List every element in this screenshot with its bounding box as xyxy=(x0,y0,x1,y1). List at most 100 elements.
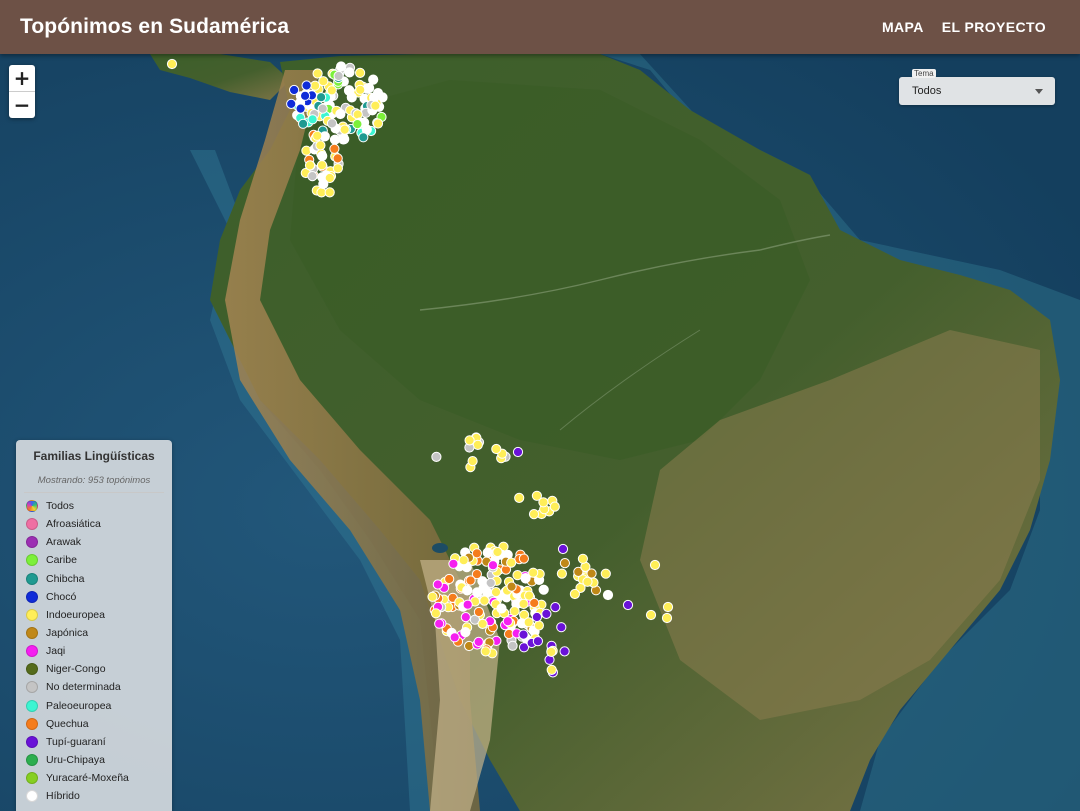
toponym-marker[interactable] xyxy=(312,68,323,79)
legend-item[interactable]: Tupí-guaraní xyxy=(16,733,172,751)
toponym-marker[interactable] xyxy=(286,98,297,110)
toponym-marker[interactable] xyxy=(473,636,484,648)
toponym-marker[interactable] xyxy=(318,178,329,190)
toponym-marker[interactable] xyxy=(336,61,347,72)
toponym-marker[interactable] xyxy=(523,617,534,628)
toponym-marker[interactable] xyxy=(645,609,657,621)
toponym-marker[interactable] xyxy=(339,134,350,145)
toponym-marker[interactable] xyxy=(502,616,513,627)
toponym-marker[interactable] xyxy=(427,591,438,602)
toponym-marker[interactable] xyxy=(307,171,318,182)
toponym-marker[interactable] xyxy=(434,618,445,629)
toponym-marker[interactable] xyxy=(533,620,545,631)
toponym-marker[interactable] xyxy=(462,599,473,610)
toponym-marker[interactable] xyxy=(368,74,379,85)
legend-item[interactable]: Jaqi xyxy=(16,642,172,660)
toponym-marker[interactable] xyxy=(507,640,518,651)
toponym-marker[interactable] xyxy=(449,632,460,643)
toponym-marker[interactable] xyxy=(300,90,311,101)
legend-item[interactable]: Afroasiática xyxy=(16,515,172,533)
toponym-marker[interactable] xyxy=(512,446,524,458)
toponym-marker[interactable] xyxy=(524,590,535,601)
toponym-marker[interactable] xyxy=(352,119,363,130)
toponym-marker[interactable] xyxy=(370,100,381,111)
toponym-marker[interactable] xyxy=(556,568,568,579)
toponym-marker[interactable] xyxy=(464,435,475,446)
toponym-marker[interactable] xyxy=(661,612,673,624)
legend-item[interactable]: Paleoeuropea xyxy=(16,697,172,715)
toponym-marker[interactable] xyxy=(649,559,661,571)
toponym-marker[interactable] xyxy=(557,543,569,555)
toponym-marker[interactable] xyxy=(492,546,503,558)
legend-item[interactable]: Híbrido xyxy=(16,787,172,805)
legend-item[interactable]: Caribe xyxy=(16,551,172,569)
toponym-marker[interactable] xyxy=(312,130,323,141)
toponym-marker[interactable] xyxy=(460,612,471,623)
toponym-marker[interactable] xyxy=(295,103,306,114)
toponym-marker[interactable] xyxy=(569,588,581,600)
toponym-marker[interactable] xyxy=(487,560,499,571)
toponym-marker[interactable] xyxy=(577,553,589,564)
toponym-marker[interactable] xyxy=(316,160,328,171)
toponym-marker[interactable] xyxy=(358,132,369,143)
toponym-marker[interactable] xyxy=(518,553,530,564)
toponym-marker[interactable] xyxy=(541,608,552,620)
toponym-marker[interactable] xyxy=(491,443,502,455)
toponym-marker[interactable] xyxy=(490,587,502,598)
toponym-marker[interactable] xyxy=(514,492,525,503)
toponym-marker[interactable] xyxy=(506,557,517,568)
toponym-marker[interactable] xyxy=(344,67,355,78)
toponym-marker[interactable] xyxy=(518,598,529,610)
toponym-marker[interactable] xyxy=(346,92,357,103)
toponym-marker[interactable] xyxy=(329,134,341,145)
toponym-marker[interactable] xyxy=(538,497,549,508)
toponym-marker[interactable] xyxy=(372,118,384,129)
toponym-marker[interactable] xyxy=(480,646,491,657)
toponym-marker[interactable] xyxy=(355,67,366,79)
legend-item[interactable]: Indoeuropea xyxy=(16,606,172,624)
toponym-marker[interactable] xyxy=(298,118,309,129)
toponym-marker[interactable] xyxy=(600,568,611,579)
toponym-marker[interactable] xyxy=(477,618,488,630)
toponym-marker[interactable] xyxy=(317,103,328,114)
toponym-marker[interactable] xyxy=(465,575,476,586)
toponym-marker[interactable] xyxy=(326,118,338,129)
legend-item[interactable]: No determinada xyxy=(16,678,172,696)
toponym-marker[interactable] xyxy=(509,606,520,617)
toponym-marker[interactable] xyxy=(333,70,344,82)
toponym-marker[interactable] xyxy=(430,608,441,619)
legend-item[interactable]: Niger-Congo xyxy=(16,660,172,678)
toponym-marker[interactable] xyxy=(339,124,350,135)
toponym-marker[interactable] xyxy=(559,558,571,569)
legend-item[interactable]: Arawak xyxy=(16,533,172,551)
toponym-marker[interactable] xyxy=(329,143,340,154)
theme-select[interactable]: Todos xyxy=(899,77,1055,105)
toponym-marker[interactable] xyxy=(550,602,561,613)
toponym-marker[interactable] xyxy=(310,80,321,91)
legend-item[interactable]: Chibcha xyxy=(16,570,172,588)
toponym-marker[interactable] xyxy=(460,627,471,638)
toponym-marker[interactable] xyxy=(549,501,560,512)
toponym-marker[interactable] xyxy=(448,558,459,569)
toponym-marker[interactable] xyxy=(318,76,329,87)
toponym-marker[interactable] xyxy=(602,589,614,601)
toponym-marker[interactable] xyxy=(166,58,178,70)
toponym-marker[interactable] xyxy=(538,584,549,595)
toponym-marker[interactable] xyxy=(473,606,484,618)
toponym-marker[interactable] xyxy=(482,547,493,558)
toponym-marker[interactable] xyxy=(464,640,475,652)
toponym-marker[interactable] xyxy=(559,646,570,657)
toponym-marker[interactable] xyxy=(472,587,483,598)
toponym-marker[interactable] xyxy=(335,108,346,120)
toponym-marker[interactable] xyxy=(528,567,539,578)
toponym-marker[interactable] xyxy=(317,150,328,162)
toponym-marker[interactable] xyxy=(316,92,327,103)
toponym-marker[interactable] xyxy=(304,160,316,171)
toponym-marker[interactable] xyxy=(479,595,490,606)
toponym-marker[interactable] xyxy=(332,153,343,164)
legend-item[interactable]: Todos xyxy=(16,497,172,515)
toponym-marker[interactable] xyxy=(431,451,442,462)
toponym-marker[interactable] xyxy=(531,611,543,623)
toponym-marker[interactable] xyxy=(355,84,366,95)
legend-item[interactable]: Yuracaré-Moxeña xyxy=(16,769,172,787)
